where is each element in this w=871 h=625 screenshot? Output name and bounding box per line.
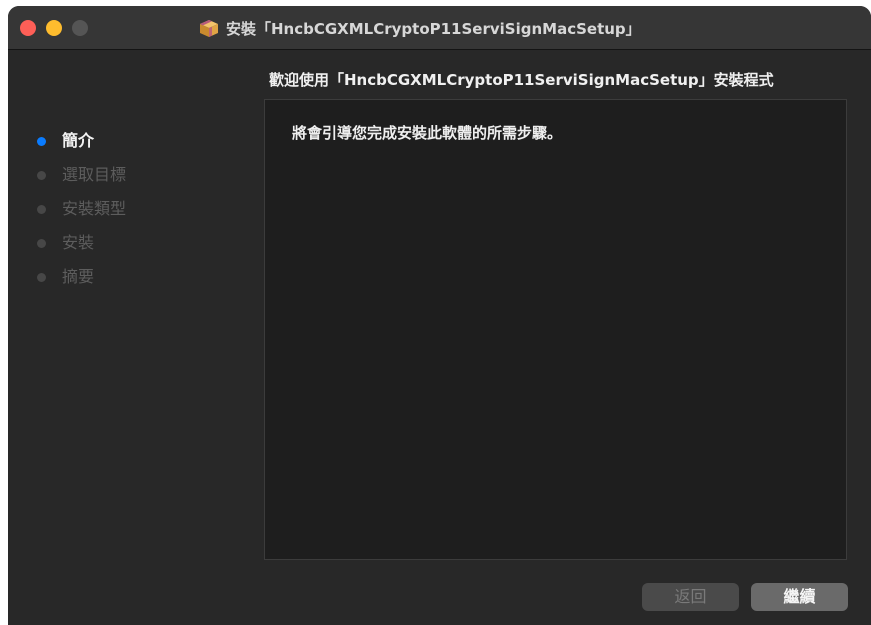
page-heading: 歡迎使用「HncbCGXMLCryptoP11ServiSignMacSetup… xyxy=(269,71,774,89)
intro-text: 將會引導您完成安裝此軟體的所需步驟。 xyxy=(292,124,563,142)
minimize-window-button[interactable] xyxy=(46,20,62,36)
back-button[interactable]: 返回 xyxy=(642,583,739,611)
step-dot-icon xyxy=(37,205,46,214)
package-icon xyxy=(198,17,220,39)
sidebar-step-label: 簡介 xyxy=(62,131,95,150)
step-dot-icon xyxy=(37,171,46,180)
close-window-button[interactable] xyxy=(20,20,36,36)
step-dot-icon xyxy=(37,239,46,248)
sidebar-step-installation-type: 安裝類型 xyxy=(34,197,234,231)
window-title-group: 安裝「HncbCGXMLCryptoP11ServiSignMacSetup」 xyxy=(198,17,641,39)
sidebar-step-label: 安裝類型 xyxy=(62,199,127,218)
current-step-dot-icon xyxy=(37,137,46,146)
installer-window: 安裝「HncbCGXMLCryptoP11ServiSignMacSetup」 … xyxy=(8,6,871,625)
sidebar-step-label: 摘要 xyxy=(62,267,95,286)
zoom-window-button[interactable] xyxy=(72,20,88,36)
step-sidebar: 簡介 選取目標 安裝類型 安裝 摘要 xyxy=(34,129,234,299)
sidebar-step-summary: 摘要 xyxy=(34,265,234,299)
continue-button[interactable]: 繼續 xyxy=(751,583,848,611)
content-panel: 將會引導您完成安裝此軟體的所需步驟。 xyxy=(264,99,847,560)
sidebar-step-select-destination: 選取目標 xyxy=(34,163,234,197)
sidebar-step-introduction: 簡介 xyxy=(34,129,234,163)
sidebar-step-label: 選取目標 xyxy=(62,165,127,184)
sidebar-step-label: 安裝 xyxy=(62,233,95,252)
step-dot-icon xyxy=(37,273,46,282)
title-bar[interactable]: 安裝「HncbCGXMLCryptoP11ServiSignMacSetup」 xyxy=(8,6,871,50)
sidebar-step-install: 安裝 xyxy=(34,231,234,265)
window-title: 安裝「HncbCGXMLCryptoP11ServiSignMacSetup」 xyxy=(226,19,641,38)
